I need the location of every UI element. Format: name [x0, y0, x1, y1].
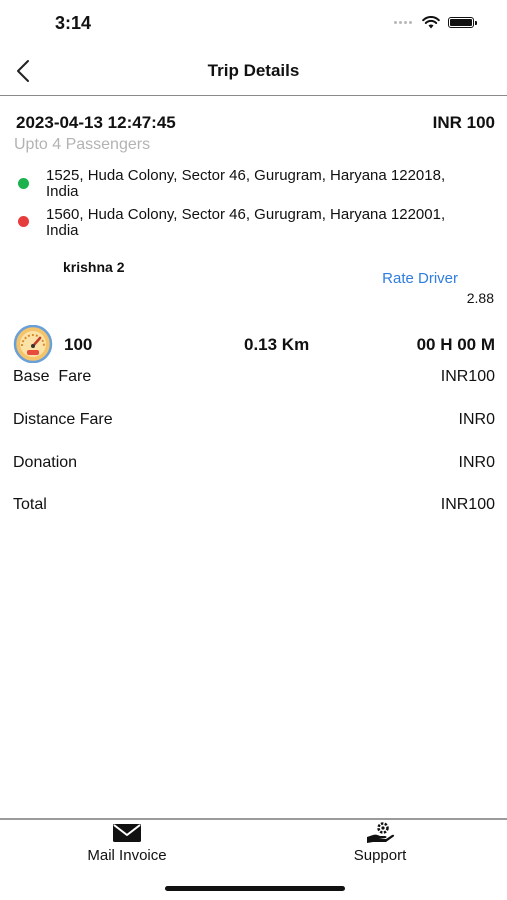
fare-label: Base Fare — [13, 368, 92, 385]
mail-invoice-label: Mail Invoice — [87, 847, 167, 864]
fare-row-base: Base Fare INR100 — [13, 368, 495, 390]
home-indicator — [165, 886, 345, 891]
speedometer-icon — [13, 325, 53, 363]
fare-label: Donation — [13, 454, 78, 471]
pickup-address: 1525, Huda Colony, Sector 46, Gurugram, … — [46, 167, 446, 200]
trip-duration: 00 H 00 M — [416, 335, 495, 354]
hand-gear-icon — [367, 822, 395, 843]
fare-row-distance: Distance Fare INR0 — [13, 411, 495, 433]
envelope-icon — [113, 824, 141, 842]
pickup-dot-icon — [18, 178, 29, 189]
trip-datetime: 2023-04-13 12:47:45 — [16, 113, 176, 132]
page-title: Trip Details — [207, 61, 300, 80]
trip-distance: 0.13 Km — [244, 335, 310, 354]
drop-address: 1560, Huda Colony, Sector 46, Gurugram, … — [46, 206, 446, 239]
trip-fare: INR 100 — [432, 113, 495, 132]
fare-row-donation: Donation INR0 — [13, 454, 495, 476]
drop-dot-icon — [18, 216, 29, 227]
driver-rating: 2.88 — [466, 290, 494, 306]
mail-invoice-button[interactable]: Mail Invoice — [37, 822, 217, 864]
fare-value: INR100 — [440, 368, 495, 385]
fare-label: Total — [13, 496, 47, 513]
rate-driver-link[interactable]: Rate Driver — [382, 270, 458, 287]
cellular-signal-icon — [394, 21, 412, 24]
fare-label: Distance Fare — [13, 411, 113, 428]
header-divider — [0, 95, 507, 96]
support-label: Support — [353, 847, 407, 864]
fare-value: INR100 — [440, 496, 495, 513]
fare-row-total: Total INR100 — [13, 496, 495, 518]
tab-bar-divider — [0, 818, 507, 820]
passenger-capacity: Upto 4 Passengers — [14, 136, 151, 153]
battery-icon — [448, 17, 477, 28]
support-button[interactable]: Support — [290, 822, 470, 864]
fare-value: INR0 — [458, 411, 495, 428]
driver-name: krishna 2 — [63, 259, 125, 275]
wifi-icon — [422, 16, 440, 29]
fare-value: INR0 — [458, 454, 495, 471]
trip-amount: 100 — [64, 335, 93, 354]
status-time: 3:14 — [55, 13, 92, 33]
status-icons — [394, 16, 477, 29]
